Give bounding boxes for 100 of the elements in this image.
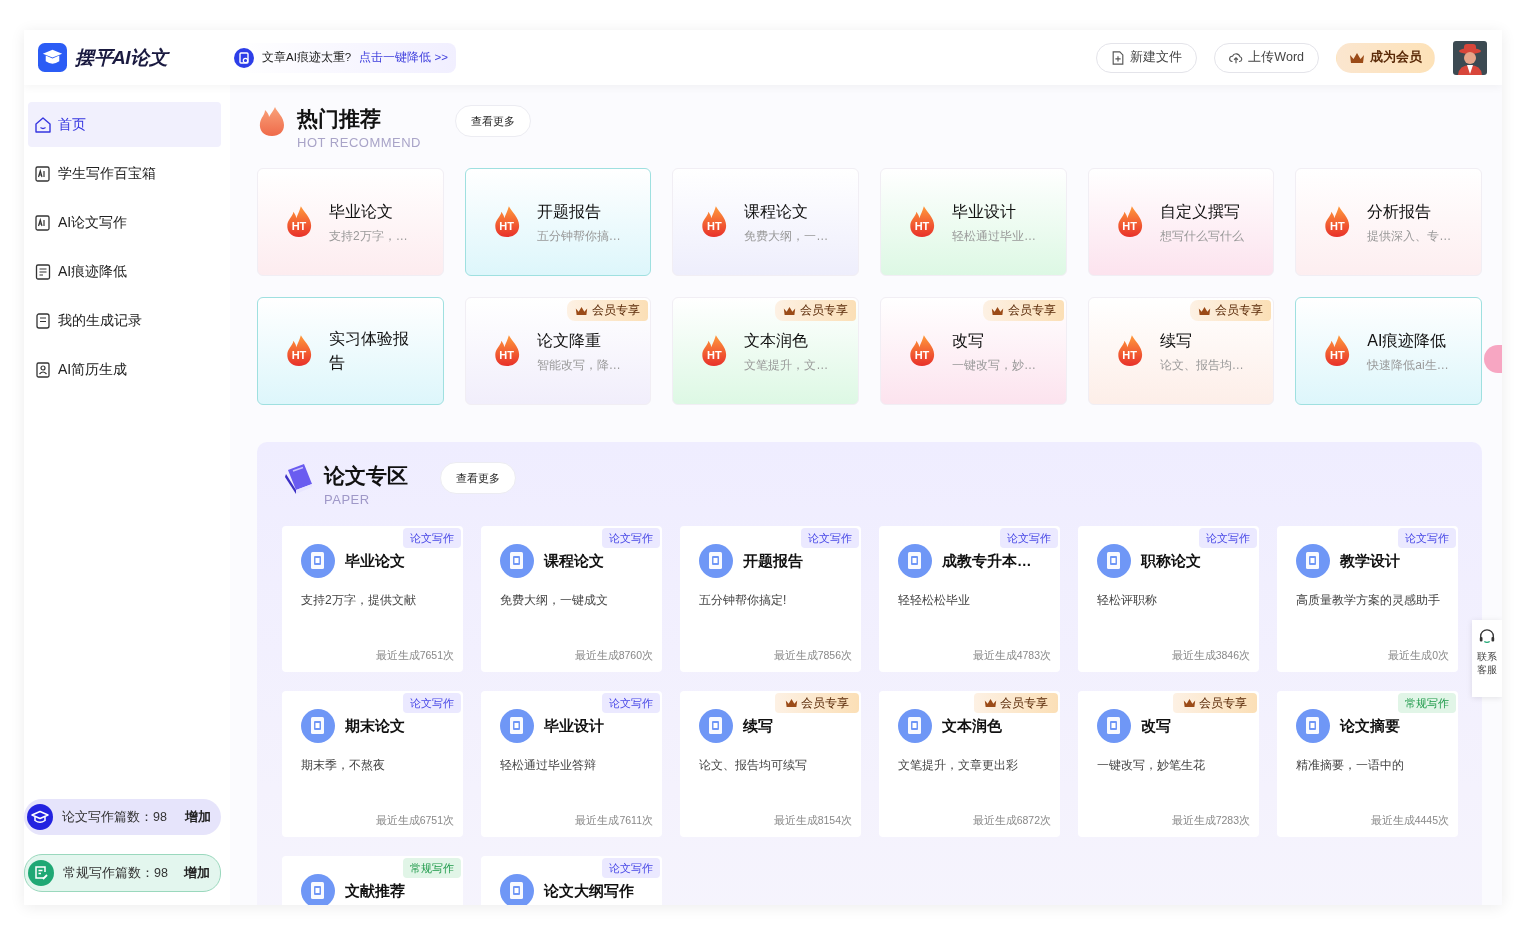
card-title: 论文大纲写作: [544, 881, 634, 901]
document-icon: [1296, 709, 1330, 743]
view-more-button[interactable]: 查看更多: [440, 462, 516, 494]
flame-badge-icon: HT: [285, 206, 313, 238]
flame-badge-icon: HT: [285, 335, 313, 367]
quota-text: 常规写作篇数：98: [63, 864, 169, 882]
template-card[interactable]: 论文写作 职称论文 轻松评职称 最近生成3846次: [1078, 526, 1259, 672]
card-description: 支持2万字，提供文献: [301, 592, 417, 609]
flame-badge-icon: HT: [1115, 206, 1144, 238]
card-description: 一键改写，妙…: [952, 356, 1036, 374]
badge-text: 会员专享: [1007, 302, 1056, 319]
feature-card[interactable]: HT AI痕迹降低 快速降低ai生…: [1295, 297, 1482, 405]
sidebar-item[interactable]: 学生写作百宝箱: [28, 151, 221, 196]
feature-card[interactable]: HT 毕业设计 轻松通过毕业…: [880, 168, 1067, 276]
card-description: 轻松通过毕业答辩: [500, 757, 597, 774]
sidebar-item[interactable]: AI痕迹降低: [28, 249, 221, 294]
card-title: 教学设计: [1340, 551, 1400, 571]
customer-service-button[interactable]: 联系客服: [1472, 620, 1502, 697]
feature-card[interactable]: HT 实习体验报告: [257, 297, 444, 405]
flame-badge-icon: HT: [492, 335, 521, 367]
tag-text: 论文写作: [410, 695, 454, 711]
card-title: AI痕迹降低: [1367, 330, 1448, 351]
add-link[interactable]: 增加: [184, 864, 210, 882]
card-description: 轻轻松松毕业: [898, 592, 971, 609]
feature-card[interactable]: 会员专享 HT 论文降重 智能改写，降…: [464, 297, 652, 405]
usage-count: 最近生成7651次: [375, 649, 454, 663]
card-title: 毕业设计: [544, 716, 604, 736]
document-icon: [500, 544, 534, 578]
card-title: 自定义撰写: [1159, 201, 1241, 222]
crown-icon: [575, 305, 589, 316]
become-member-button[interactable]: 成为会员: [1336, 42, 1435, 73]
feature-card[interactable]: HT 自定义撰写 想写什么写什么: [1087, 168, 1275, 276]
template-card[interactable]: 会员专享 改写 一键改写，妙笔生花 最近生成7283次: [1078, 691, 1259, 837]
quota-text: 论文写作篇数：98: [62, 808, 168, 826]
template-card[interactable]: 论文写作 课程论文 免费大纲，一键成文 最近生成8760次: [481, 526, 662, 672]
card-title: 成教专升本…: [942, 551, 1032, 571]
flame-badge-icon: HT: [700, 206, 729, 238]
card-description: 免费大纲，一键成文: [500, 592, 609, 609]
document-icon: [500, 709, 534, 743]
template-card[interactable]: 论文写作 毕业论文 支持2万字，提供文献 最近生成7651次: [282, 526, 463, 672]
feature-card[interactable]: HT 开题报告 五分钟帮你搞…: [464, 168, 652, 276]
tag-text: 论文写作: [609, 860, 653, 876]
tag-text: 论文写作: [609, 530, 653, 546]
template-card[interactable]: 论文写作 论文大纲写作: [481, 856, 662, 905]
card-title: 毕业论文: [345, 551, 405, 571]
notice-text: 文章AI痕迹太重?: [262, 50, 352, 65]
feature-card[interactable]: 会员专享 HT 改写 一键改写，妙…: [880, 297, 1067, 405]
card-title: 毕业设计: [952, 201, 1017, 222]
tag-text: 常规写作: [410, 860, 454, 876]
card-title: 文本润色: [942, 716, 1002, 736]
flame-badge-icon: HT: [700, 335, 729, 367]
card-title: 续写: [1159, 330, 1193, 351]
document-icon: [1097, 544, 1131, 578]
template-card[interactable]: 常规写作 论文摘要 精准摘要，一语中的 最近生成4445次: [1277, 691, 1458, 837]
sidebar-item[interactable]: 首页: [28, 102, 221, 147]
feature-card[interactable]: HT 分析报告 提供深入、专…: [1295, 168, 1482, 276]
template-card[interactable]: 论文写作 成教专升本… 轻轻松松毕业 最近生成4783次: [879, 526, 1060, 672]
flame-icon: [257, 107, 287, 137]
template-card[interactable]: 会员专享 续写 论文、报告均可续写 最近生成8154次: [680, 691, 861, 837]
template-card[interactable]: 会员专享 文本润色 文笔提升，文章更出彩 最近生成6872次: [879, 691, 1060, 837]
usage-count: 最近生成4445次: [1370, 814, 1449, 828]
view-more-button[interactable]: 查看更多: [455, 105, 531, 137]
document-icon: [699, 709, 733, 743]
document-icon: [34, 262, 52, 281]
feature-card[interactable]: HT 毕业论文 支持2万字，…: [257, 168, 444, 276]
ai-document-icon: [34, 213, 52, 232]
feature-card[interactable]: 会员专享 HT 文本润色 文笔提升，文…: [672, 297, 859, 405]
usage-count: 最近生成6872次: [972, 814, 1051, 828]
template-card[interactable]: 论文写作 教学设计 高质量教学方案的灵感助手 最近生成0次: [1277, 526, 1458, 672]
badge-text: 会员专享: [800, 302, 848, 319]
add-link[interactable]: 增加: [185, 808, 211, 826]
upload-button[interactable]: 上传Word: [1214, 42, 1319, 73]
template-card[interactable]: 论文写作 开题报告 五分钟帮你搞定! 最近生成7856次: [680, 526, 861, 672]
sidebar-item[interactable]: AI简历生成: [28, 347, 221, 392]
flame-badge-icon: HT: [908, 206, 936, 238]
template-card[interactable]: 论文写作 期末论文 期末季，不熬夜 最近生成6751次: [282, 691, 463, 837]
feature-card[interactable]: HT 课程论文 免费大纲，一…: [672, 168, 859, 276]
tag-text: 会员专享: [1199, 694, 1247, 712]
cloud-upload-icon: [1229, 50, 1244, 65]
tag-text: 会员专享: [801, 694, 849, 712]
card-description: 期末季，不熬夜: [301, 757, 386, 774]
document-icon: [234, 47, 254, 68]
usage-count: 最近生成7283次: [1171, 814, 1250, 828]
flame-badge-icon: HT: [1323, 335, 1352, 367]
new-file-button[interactable]: 新建文件: [1096, 42, 1198, 73]
notice-link[interactable]: 点击一键降低 >>: [359, 50, 448, 65]
card-description: 一键改写，妙笔生花: [1097, 757, 1206, 774]
feature-card[interactable]: 会员专享 HT 续写 论文、报告均…: [1087, 297, 1275, 405]
sidebar-item[interactable]: 我的生成记录: [28, 298, 221, 343]
file-plus-icon: [1111, 50, 1126, 65]
avatar[interactable]: [1453, 40, 1487, 75]
card-description: 五分钟帮你搞定!: [699, 592, 788, 609]
sidebar-item[interactable]: AI论文写作: [28, 200, 221, 245]
card-title: 开题报告: [743, 551, 803, 571]
template-card[interactable]: 论文写作 毕业设计 轻松通过毕业答辩 最近生成7611次: [481, 691, 662, 837]
card-description: 论文、报告均可续写: [699, 757, 808, 774]
document-icon: [699, 544, 733, 578]
document-icon: [301, 709, 335, 743]
template-card[interactable]: 常规写作 文献推荐: [282, 856, 463, 905]
card-description: 文笔提升，文…: [744, 356, 829, 374]
